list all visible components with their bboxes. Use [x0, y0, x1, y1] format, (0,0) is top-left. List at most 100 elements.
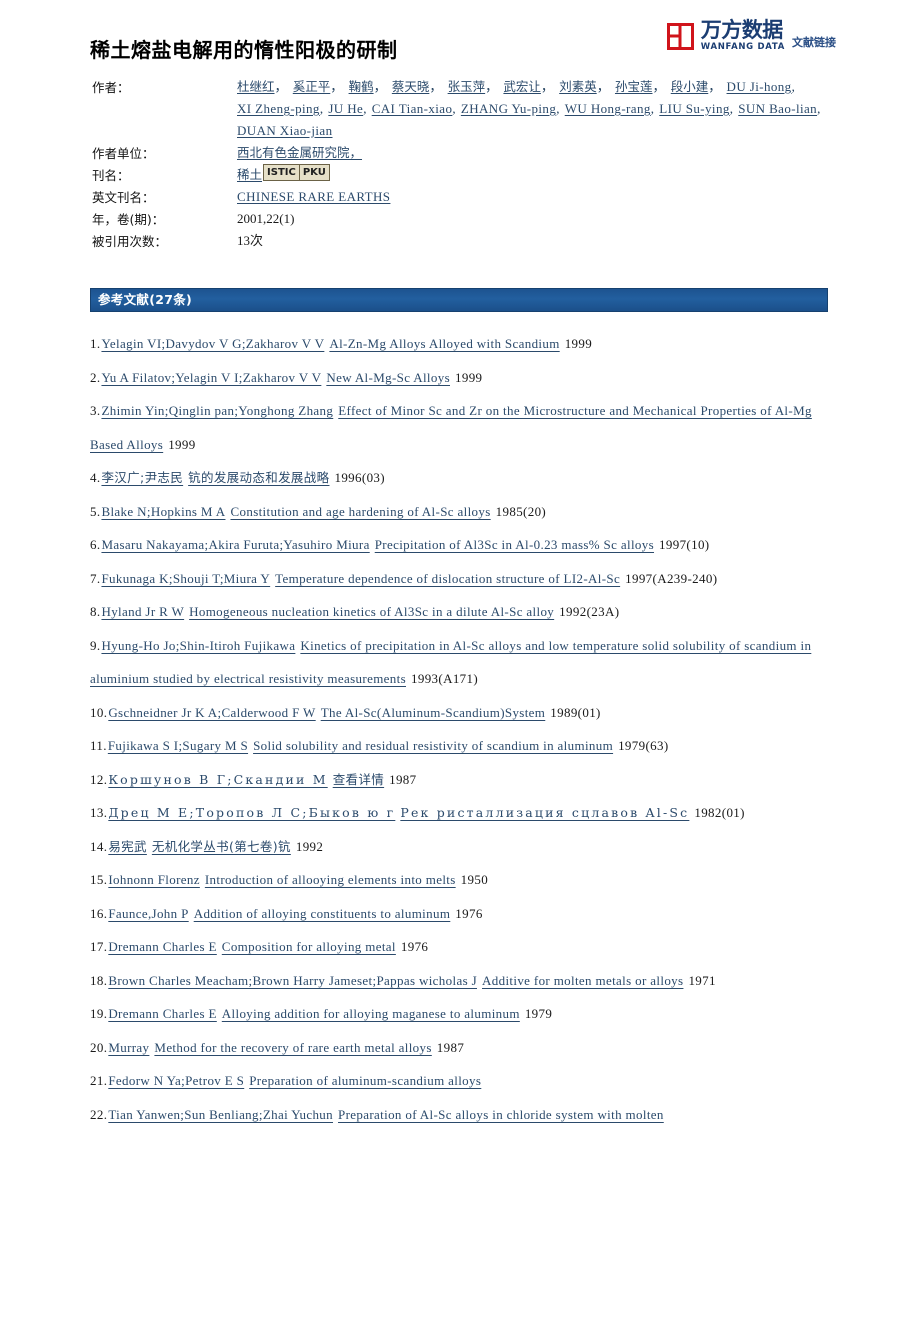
- reference-authors-link[interactable]: Fukunaga K;Shouji T;Miura Y: [101, 571, 270, 586]
- reference-title-link[interactable]: Addition of alloying constituents to alu…: [194, 906, 451, 921]
- reference-title-link[interactable]: 查看详情: [333, 772, 384, 787]
- reference-item: 3.Zhimin Yin;Qinglin pan;Yonghong Zhang E…: [90, 394, 835, 461]
- author-link-en[interactable]: DU Ji-hong: [727, 79, 792, 94]
- reference-authors-link[interactable]: Masaru Nakayama;Akira Furuta;Yasuhiro Mi…: [101, 537, 369, 552]
- reference-title-link[interactable]: Alloying addition for alloying maganese …: [222, 1006, 520, 1021]
- reference-authors-link[interactable]: Yu A Filatov;Yelagin V I;Zakharov V V: [101, 370, 321, 385]
- reference-title-link[interactable]: Introduction of allooying elements into …: [205, 872, 456, 887]
- author-link-cn[interactable]: 刘素英: [559, 79, 597, 94]
- reference-title-link[interactable]: 无机化学丛书(第七卷)钪: [152, 839, 291, 854]
- reference-authors-link[interactable]: 易宪武: [108, 839, 147, 854]
- reference-authors-link[interactable]: Faunce,John P: [108, 906, 188, 921]
- reference-item: 8.Hyland Jr R W Homogeneous nucleation ki…: [90, 595, 835, 629]
- badge-pku: PKU: [298, 165, 329, 180]
- metadata-row-journal: 刊名： 稀土 ISTIC PKU: [92, 164, 832, 186]
- author-link-cn[interactable]: 武宏让: [503, 79, 541, 94]
- metadata-value-cited: 13次: [237, 233, 264, 248]
- reference-title-link[interactable]: 钪的发展动态和发展战略: [188, 470, 329, 485]
- reference-authors-link[interactable]: Iohnonn Florenz: [108, 872, 200, 887]
- author-separator: ,: [729, 101, 733, 116]
- reference-year: 1992(23A): [559, 604, 620, 619]
- reference-authors-link[interactable]: Fedorw N Ya;Petrov E S: [108, 1073, 244, 1088]
- author-link-cn[interactable]: 奚正平: [293, 79, 331, 94]
- author-link-cn[interactable]: 张玉萍: [448, 79, 486, 94]
- author-link-cn[interactable]: 孙宝莲: [615, 79, 653, 94]
- reference-item: 13.Дрец М Е;Торопов Л С;Быков ю г Рек рис…: [90, 796, 835, 830]
- reference-year: 1987: [436, 1039, 465, 1055]
- author-separator: ,: [319, 101, 324, 116]
- reference-authors-link[interactable]: Zhimin Yin;Qinglin pan;Yonghong Zhang: [101, 403, 333, 418]
- author-link-en[interactable]: JU He: [328, 101, 363, 116]
- journal-link[interactable]: 稀土: [237, 164, 262, 185]
- reference-title-link[interactable]: Preparation of aluminum-scandium alloys: [249, 1073, 481, 1088]
- reference-authors-link[interactable]: Gschneidner Jr K A;Calderwood F W: [108, 705, 315, 720]
- metadata-value-journal: 稀土 ISTIC PKU: [237, 164, 832, 185]
- reference-item: 7.Fukunaga K;Shouji T;Miura Y Temperature…: [90, 562, 835, 596]
- reference-number: 16.: [90, 905, 108, 921]
- reference-authors-link[interactable]: Brown Charles Meacham;Brown Harry Jamese…: [108, 973, 477, 988]
- author-separator: ，: [274, 79, 288, 94]
- reference-authors-link[interactable]: Fujikawa S I;Sugary M S: [108, 738, 248, 753]
- reference-authors-link[interactable]: Дрец М Е;Торопов Л С;Быков ю г: [108, 805, 395, 820]
- reference-title-link[interactable]: Homogeneous nucleation kinetics of Al3Sc…: [189, 604, 554, 619]
- reference-title-link[interactable]: Temperature dependence of dislocation st…: [275, 571, 620, 586]
- reference-number: 4.: [90, 470, 101, 485]
- metadata-row-affiliation: 作者单位： 西北有色金属研究院，: [92, 142, 832, 164]
- reference-title-link[interactable]: Solid solubility and residual resistivit…: [253, 738, 613, 753]
- author-separator: ,: [791, 79, 795, 94]
- reference-title-link[interactable]: Constitution and age hardening of Al-Sc …: [230, 504, 490, 519]
- reference-title-link[interactable]: Additive for molten metals or alloys: [482, 973, 683, 988]
- wanfang-logo[interactable]: 万方数据 WANFANG DATA 文献链接: [666, 20, 836, 52]
- author-link-cn[interactable]: 段小建: [671, 79, 709, 94]
- reference-title-link[interactable]: Preparation of Al-Sc alloys in chloride …: [338, 1107, 664, 1122]
- reference-year: 1985(20): [495, 503, 547, 519]
- reference-title-link[interactable]: New Al-Mg-Sc Alloys: [326, 370, 450, 385]
- reference-number: 1.: [90, 336, 101, 351]
- author-separator: ，: [373, 79, 387, 94]
- author-link-en[interactable]: LIU Su-ying: [659, 101, 729, 116]
- reference-authors-link[interactable]: Dremann Charles E: [108, 939, 216, 954]
- author-link-en[interactable]: SUN Bao-lian: [738, 101, 817, 116]
- author-link-en[interactable]: ZHANG Yu-ping: [461, 101, 556, 116]
- author-link-en[interactable]: CAI Tian-xiao: [372, 101, 453, 116]
- author-separator: ，: [652, 79, 666, 94]
- reference-item: 4.李汉广;尹志民 钪的发展动态和发展战略 1996(03): [90, 461, 835, 495]
- reference-title-link[interactable]: Composition for alloying metal: [222, 939, 396, 954]
- reference-authors-link[interactable]: Blake N;Hopkins M A: [101, 504, 225, 519]
- metadata-label-affiliation: 作者单位：: [92, 146, 155, 161]
- author-link-en[interactable]: XI Zheng-ping: [237, 101, 320, 116]
- author-link-cn[interactable]: 蔡天晓: [392, 79, 430, 94]
- reference-number: 19.: [90, 1006, 108, 1021]
- document-link-label[interactable]: 文献链接: [792, 34, 836, 50]
- metadata-label-journal: 刊名：: [92, 168, 130, 183]
- reference-authors-link[interactable]: Коршунов В Г;Скандии М: [108, 772, 327, 787]
- wanfang-logo-words: 万方数据 WANFANG DATA: [701, 20, 785, 52]
- journal-en-link[interactable]: CHINESE RARE EARTHS: [237, 189, 390, 204]
- reference-year: 1999: [168, 436, 196, 452]
- author-link-cn[interactable]: 杜继红: [237, 79, 275, 94]
- reference-title-link[interactable]: Precipitation of Al3Sc in Al-0.23 mass% …: [375, 537, 654, 552]
- reference-number: 22.: [90, 1106, 108, 1122]
- reference-authors-link[interactable]: Hyung-Ho Jo;Shin-Itiroh Fujikawa: [101, 638, 295, 653]
- reference-authors-link[interactable]: 李汉广;尹志民: [101, 470, 183, 485]
- reference-title-link[interactable]: Рек ристаллизация сцлавов Al-Sc: [400, 805, 689, 820]
- reference-year: 1997(A239-240): [625, 570, 718, 586]
- reference-authors-link[interactable]: Tian Yanwen;Sun Benliang;Zhai Yuchun: [108, 1107, 333, 1122]
- reference-authors-link[interactable]: Dremann Charles E: [108, 1006, 216, 1021]
- reference-number: 7.: [90, 570, 101, 586]
- author-link-en[interactable]: DUAN Xiao-jian: [237, 123, 333, 138]
- author-link-cn[interactable]: 鞠鹤: [349, 79, 374, 94]
- reference-title-link[interactable]: The Al-Sc(Aluminum-Scandium)System: [321, 705, 546, 720]
- metadata-value-year-volume: 2001,22(1): [237, 211, 295, 226]
- reference-number: 14.: [90, 838, 108, 854]
- reference-title-link[interactable]: Al-Zn-Mg Alloys Alloyed with Scandium: [329, 336, 559, 351]
- reference-authors-link[interactable]: Hyland Jr R W: [101, 604, 184, 619]
- reference-authors-link[interactable]: Yelagin VI;Davydov V G;Zakharov V V: [101, 336, 324, 351]
- reference-item: 6.Masaru Nakayama;Akira Furuta;Yasuhiro …: [90, 528, 835, 562]
- author-link-en[interactable]: WU Hong-rang: [565, 101, 651, 116]
- reference-title-link[interactable]: Method for the recovery of rare earth me…: [154, 1040, 431, 1055]
- reference-authors-link[interactable]: Murray: [108, 1040, 149, 1055]
- affiliation-link[interactable]: 西北有色金属研究院，: [237, 145, 362, 160]
- reference-year: 1979: [524, 1006, 553, 1021]
- reference-number: 6.: [90, 537, 101, 552]
